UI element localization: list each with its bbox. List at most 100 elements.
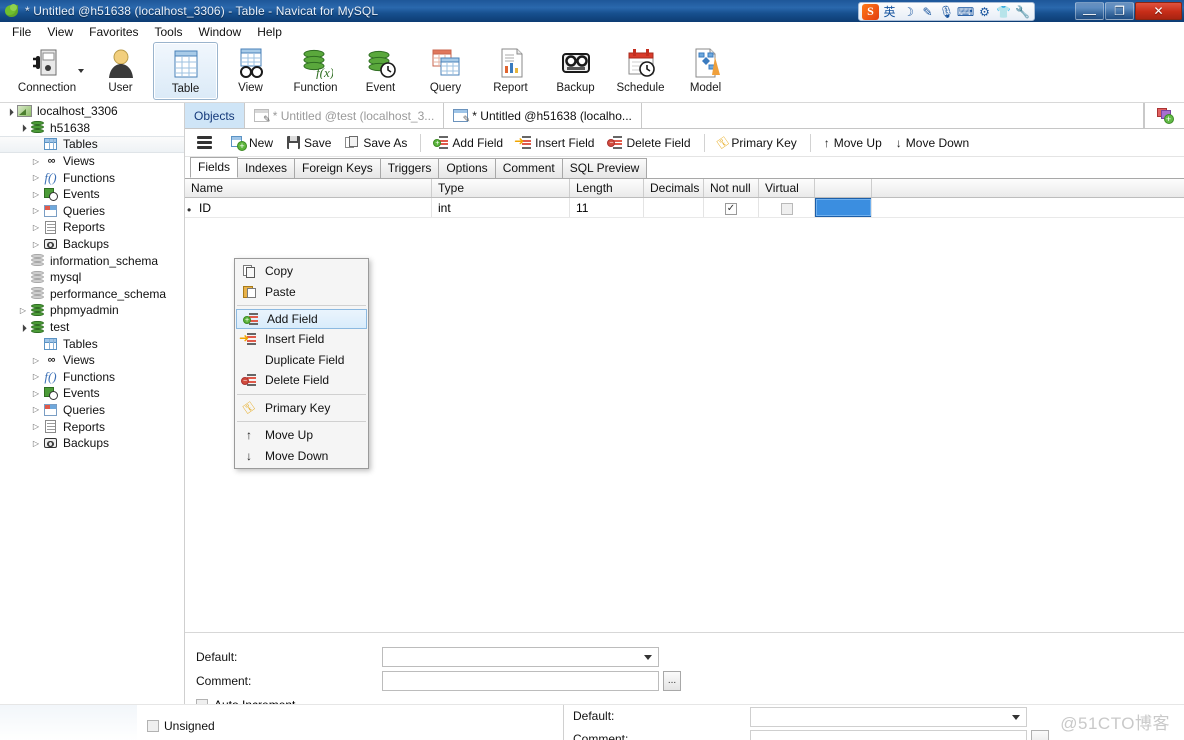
tree-item-queries[interactable]: Queries [0,203,184,220]
comment-input[interactable] [382,671,659,691]
tree-item-views[interactable]: ∞ Views [0,352,184,369]
tab-fields[interactable]: Fields [190,157,239,178]
toolbar-table[interactable]: Table [153,42,218,100]
context-menu-item-move-up[interactable]: ↑ Move Up [235,425,368,446]
menu-tools[interactable]: Tools [147,23,191,41]
tree-item-events[interactable]: Events [0,186,184,203]
settings-wrench-icon[interactable]: 🔧 [1014,4,1031,19]
tree-item-reports[interactable]: Reports [0,418,184,435]
selected-cell-highlight[interactable] [815,198,871,217]
toolbar-connection[interactable]: Connection [6,42,88,100]
column-header-name[interactable]: Name [185,179,432,197]
cell-not-null[interactable]: ✓ [704,198,759,217]
tab-comment[interactable]: Comment [494,158,563,178]
column-header-not-null[interactable]: Not null [704,179,759,197]
toolbar-view[interactable]: View [218,42,283,100]
column-header-type[interactable]: Type [432,179,570,197]
toolbar-backup[interactable]: Backup [543,42,608,100]
tree-item-localhost-3306[interactable]: localhost_3306 [0,103,184,120]
column-header-decimals[interactable]: Decimals [644,179,704,197]
tree-twisty-open-icon[interactable] [4,107,16,116]
tree-twisty-closed-icon[interactable] [30,439,42,448]
tree-item-tables[interactable]: Tables [0,335,184,352]
tree-item-test[interactable]: test [0,319,184,336]
tab-foreign-keys[interactable]: Foreign Keys [294,158,381,178]
cell-name[interactable]: ID [185,198,432,217]
context-menu-item-paste[interactable]: Paste [235,282,368,303]
ime-toolbar[interactable]: S 英 ☽ ✎ 🎙 ⌨ ⚙ 👕 🔧 [858,2,1035,21]
toolbox-icon[interactable]: ⚙ [976,4,993,19]
tree-item-backups[interactable]: Backups [0,435,184,452]
tree-item-mysql[interactable]: mysql [0,269,184,286]
soft-keyboard-icon[interactable]: ⌨ [957,4,974,19]
tab-objects[interactable]: Objects [185,103,245,128]
new-button[interactable]: + New [224,132,280,154]
cell-extra[interactable] [815,198,872,217]
save-button[interactable]: Save [280,132,338,154]
maximize-button[interactable]: ❐ [1105,2,1134,20]
column-header-virtual[interactable]: Virtual [759,179,815,197]
insert-field-button[interactable]: ➜ Insert Field [510,132,601,154]
tree-twisty-closed-icon[interactable] [30,240,42,249]
tree-item-phpmyadmin[interactable]: phpmyadmin [0,302,184,319]
close-button[interactable]: ✕ [1135,2,1182,20]
tree-item-queries[interactable]: Queries [0,402,184,419]
primary-key-button[interactable]: ⚿ Primary Key [711,132,804,154]
toolbar-report[interactable]: Report [478,42,543,100]
column-header-length[interactable]: Length [570,179,644,197]
language-mode-icon[interactable]: 英 [881,4,898,19]
menu-help[interactable]: Help [249,23,290,41]
tree-twisty-closed-icon[interactable] [30,422,42,431]
menu-view[interactable]: View [39,23,81,41]
skin-icon[interactable]: 👕 [995,4,1012,19]
tree-twisty-closed-icon[interactable] [30,223,42,232]
field-context-menu[interactable]: Copy Paste + Add Field ➜ Insert Field Duplicat… [234,258,369,469]
save-as-button[interactable]: Save As [338,132,414,154]
tab-options[interactable]: Options [438,158,496,178]
tree-item-h51638[interactable]: h51638 [0,120,184,137]
comment-browse-button[interactable]: ... [663,671,681,691]
tab-indexes[interactable]: Indexes [237,158,296,178]
move-down-button[interactable]: ↓ Move Down [889,132,976,154]
context-menu-item-delete-field[interactable]: − Delete Field [235,370,368,391]
tree-item-performance-schema[interactable]: performance_schema [0,286,184,303]
delete-field-button[interactable]: − Delete Field [601,132,697,154]
tree-twisty-closed-icon[interactable] [30,405,42,414]
object-tree-sidebar[interactable]: localhost_3306h51638 Tables ∞ Views f() Funct… [0,103,185,704]
table-row[interactable]: • ID int 11 ✓ [185,198,1184,218]
tree-twisty-closed-icon[interactable] [30,173,42,182]
minimize-button[interactable]: — [1075,2,1104,21]
tree-twisty-closed-icon[interactable] [30,157,42,166]
tree-item-backups[interactable]: Backups [0,236,184,253]
tree-twisty-closed-icon[interactable] [17,306,29,315]
tab-sql-preview[interactable]: SQL Preview [561,158,648,178]
new-tab-button[interactable]: + [1144,103,1184,128]
handwriting-icon[interactable]: ✎ [919,4,936,19]
context-menu-item-copy[interactable]: Copy [235,261,368,282]
tab-untitled-h51638[interactable]: * Untitled @h51638 (localho... [444,103,642,128]
tab-untitled-test[interactable]: * Untitled @test (localhost_3... [244,103,445,128]
context-menu-item-primary-key[interactable]: ⚿ Primary Key [235,398,368,419]
tree-item-information-schema[interactable]: information_schema [0,252,184,269]
context-menu-item-add-field[interactable]: + Add Field [236,309,367,329]
tree-item-views[interactable]: ∞ Views [0,153,184,170]
tree-twisty-closed-icon[interactable] [30,389,42,398]
cell-decimals[interactable] [644,198,704,217]
tree-twisty-closed-icon[interactable] [30,206,42,215]
tree-item-tables[interactable]: Tables [0,136,184,153]
default-combobox[interactable] [382,647,659,667]
toolbar-function[interactable]: f(x) Function [283,42,348,100]
column-header-extra[interactable] [815,179,872,197]
toolbar-event[interactable]: Event [348,42,413,100]
tree-item-reports[interactable]: Reports [0,219,184,236]
toolbar-model[interactable]: Model [673,42,738,100]
cell-virtual[interactable] [759,198,815,217]
toolbar-schedule[interactable]: Schedule [608,42,673,100]
tree-twisty-closed-icon[interactable] [30,190,42,199]
tree-twisty-open-icon[interactable] [17,123,29,132]
hamburger-menu-icon[interactable] [197,136,212,149]
tree-item-events[interactable]: Events [0,385,184,402]
menu-file[interactable]: File [4,23,39,41]
tree-item-functions[interactable]: f() Functions [0,169,184,186]
chevron-down-icon[interactable] [644,655,652,660]
